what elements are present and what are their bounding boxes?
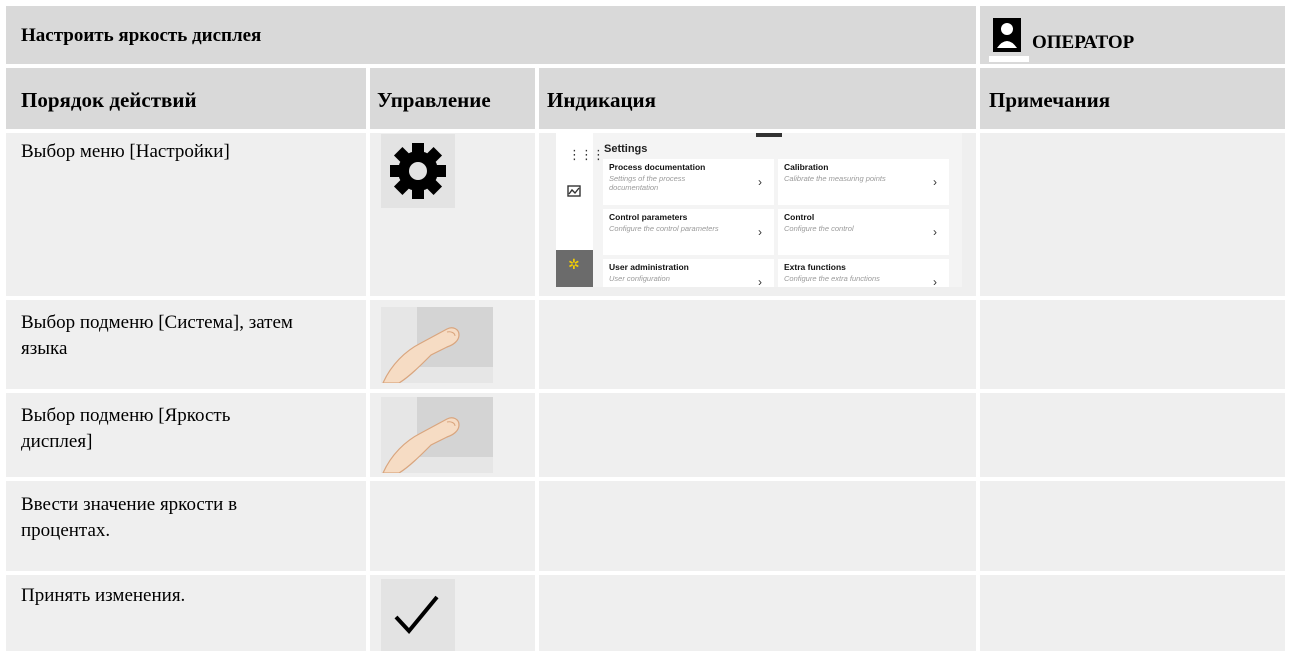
settings-card: Extra functions Configure the extra func… bbox=[778, 259, 949, 287]
gear-icon bbox=[381, 134, 455, 208]
table-title-cell: Настроить яркость дисплея bbox=[6, 6, 976, 64]
table-row: Ввести значение яркости в процентах. bbox=[6, 481, 366, 571]
table-row: Выбор меню [Настройки] bbox=[6, 133, 366, 296]
display-cell bbox=[539, 300, 976, 389]
notes-cell bbox=[980, 481, 1285, 571]
settings-screen-preview: ⋮⋮⋮ ✲ Settings Process documentation Set… bbox=[556, 133, 962, 287]
chart-icon bbox=[567, 185, 581, 197]
column-header-display: Индикация bbox=[539, 68, 976, 129]
operator-user-icon bbox=[989, 18, 1029, 62]
display-cell bbox=[539, 575, 976, 651]
role-label: ОПЕРАТОР bbox=[1032, 32, 1135, 53]
settings-card: Control Configure the control › bbox=[778, 209, 949, 255]
page-title: Настроить яркость дисплея bbox=[21, 25, 262, 46]
step-text: Выбор меню [Настройки] bbox=[21, 141, 230, 162]
control-cell bbox=[370, 481, 535, 571]
column-header-steps: Порядок действий bbox=[6, 68, 366, 129]
column-header-control: Управление bbox=[370, 68, 535, 129]
role-cell: ОПЕРАТОР bbox=[980, 6, 1285, 64]
finger-tap-icon bbox=[381, 307, 493, 384]
chevron-right-icon: › bbox=[933, 275, 937, 287]
notes-cell bbox=[980, 575, 1285, 651]
control-cell bbox=[370, 575, 535, 651]
chevron-right-icon: › bbox=[758, 275, 762, 287]
control-cell bbox=[370, 300, 535, 389]
notes-cell bbox=[980, 393, 1285, 477]
step-text: Принять изменения. bbox=[21, 585, 186, 606]
step-text: Ввести значение яркости в процентах. bbox=[21, 494, 238, 541]
finger-tap-icon bbox=[381, 397, 493, 474]
grid-menu-icon: ⋮⋮⋮ bbox=[568, 147, 605, 162]
notes-cell bbox=[980, 133, 1285, 296]
table-row: Принять изменения. bbox=[6, 575, 366, 651]
control-cell bbox=[370, 133, 535, 296]
settings-card: Process documentation Settings of the pr… bbox=[603, 159, 774, 205]
screen-top-tab bbox=[756, 133, 782, 137]
display-cell bbox=[539, 393, 976, 477]
step-text: Выбор подменю [Система], затем языка bbox=[21, 312, 293, 359]
table-row: Выбор подменю [Яркость дисплея] bbox=[6, 393, 366, 477]
chevron-right-icon: › bbox=[758, 175, 762, 189]
step-text: Выбор подменю [Яркость дисплея] bbox=[21, 405, 231, 452]
settings-card: Calibration Calibrate the measuring poin… bbox=[778, 159, 949, 205]
settings-sun-icon: ✲ bbox=[568, 256, 580, 272]
chevron-right-icon: › bbox=[758, 225, 762, 239]
column-header-notes: Примечания bbox=[980, 68, 1285, 129]
display-cell bbox=[539, 481, 976, 571]
table-row: Выбор подменю [Система], затем языка bbox=[6, 300, 366, 389]
settings-card: User administration User configuration › bbox=[603, 259, 774, 287]
control-cell bbox=[370, 393, 535, 477]
settings-card: Control parameters Configure the control… bbox=[603, 209, 774, 255]
screen-heading: Settings bbox=[604, 143, 648, 155]
chevron-right-icon: › bbox=[933, 225, 937, 239]
chevron-right-icon: › bbox=[933, 175, 937, 189]
checkmark-icon bbox=[381, 579, 455, 651]
notes-cell bbox=[980, 300, 1285, 389]
